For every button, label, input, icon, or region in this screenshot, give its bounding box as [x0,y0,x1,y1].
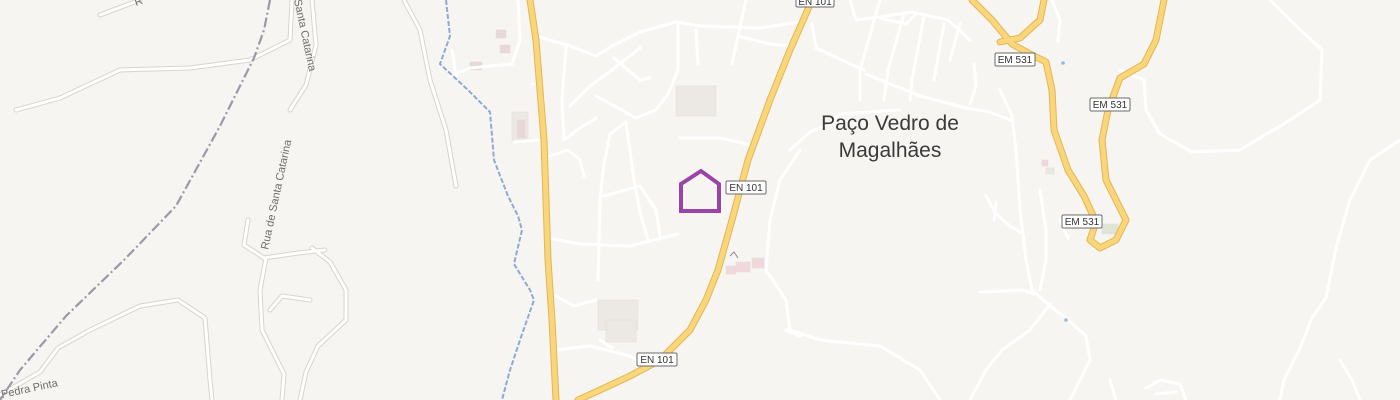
svg-text:EM 531: EM 531 [998,55,1033,66]
railway-line [0,0,272,400]
place-label-line1: Paço Vedro de [821,112,959,135]
route-shield-em531-1: EM 531 [994,52,1036,67]
svg-text:EN 101: EN 101 [729,183,763,194]
place-label-line2: Magalhães [839,139,942,162]
small-pin-icon [729,251,739,259]
home-icon[interactable] [679,168,721,213]
water-dot-icon [1061,61,1065,65]
route-shield-en101-top: EN 101 [795,0,835,8]
water-dot-icon [1064,318,1068,322]
buildings [469,29,1119,343]
minor-roads-casing [0,0,459,400]
svg-text:EN 101: EN 101 [640,355,674,366]
svg-text:EM 531: EM 531 [1065,217,1100,228]
home-marker[interactable] [679,168,721,213]
street-label-fragment: R [133,0,145,9]
svg-text:EM 531: EM 531 [1093,100,1128,111]
route-shield-em531-2: EM 531 [1089,97,1131,112]
route-shield-en101-mid: EN 101 [725,180,767,195]
map-view[interactable]: EN 101 EN 101 EN 101 EM 531 EM 531 EM 53… [0,0,1400,400]
map-canvas[interactable]: EN 101 EN 101 EN 101 EM 531 EM 531 EM 53… [0,0,1400,400]
street-label-santa-catarina: Rua de Santa Catarina [259,138,294,251]
route-shield-en101-bottom: EN 101 [636,352,678,367]
route-shield-em531-3: EM 531 [1061,214,1103,229]
minor-roads [0,0,1400,400]
svg-text:EN 101: EN 101 [798,0,832,8]
